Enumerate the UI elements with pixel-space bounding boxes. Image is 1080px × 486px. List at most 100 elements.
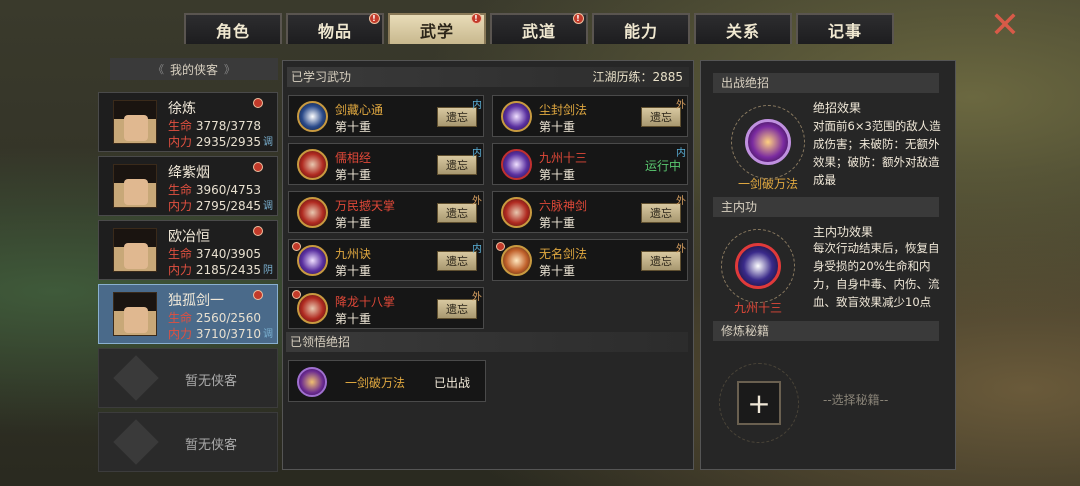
character-tag: 调 — [263, 329, 273, 340]
character-card-2[interactable]: 绛紫烟 生命 3960/4753 内力 2795/2845 调 — [98, 156, 278, 216]
skill-card[interactable]: 儒相经 第十重 遗忘 内 — [288, 143, 484, 185]
mp-value: 3710/3710 — [195, 327, 261, 341]
tab-journal[interactable]: 记事 — [796, 13, 894, 44]
ultimate-card[interactable]: 一剑破万法 已出战 — [288, 360, 486, 402]
ultimates-title: 已领悟绝招 — [290, 335, 351, 349]
character-name: 独孤剑一 — [168, 293, 224, 309]
skill-type-badge: 外 — [676, 100, 686, 111]
placeholder-silhouette-icon — [113, 419, 159, 465]
avatar — [113, 292, 157, 336]
skill-icon — [297, 293, 328, 324]
close-icon[interactable]: ✕ — [987, 8, 1023, 44]
forget-button[interactable]: 遗忘 — [641, 203, 681, 223]
skill-type-badge: 外 — [472, 196, 482, 207]
learned-title: 已学习武功 — [291, 70, 352, 84]
empty-slot[interactable]: 暂无侠客 — [98, 412, 278, 472]
main-neigong-header: 主内功 — [713, 197, 939, 217]
skill-level: 第十重 — [335, 312, 372, 326]
mp-value: 2935/2935 — [195, 135, 261, 149]
character-name: 欧冶恒 — [168, 229, 210, 245]
skill-level: 第十重 — [335, 120, 372, 134]
main-neigong-badge[interactable] — [721, 229, 795, 303]
character-card-1[interactable]: 徐炼 生命 3778/3778 内力 2935/2935 调 — [98, 92, 278, 152]
forget-button[interactable]: 遗忘 — [641, 107, 681, 127]
tab-character[interactable]: 角色 — [184, 13, 282, 44]
battle-ult-effect-title: 绝招效果 — [813, 101, 862, 115]
skill-icon — [297, 101, 328, 132]
character-card-3[interactable]: 欧冶恒 生命 3740/3905 内力 2185/2435 阴 — [98, 220, 278, 280]
mp-value: 2795/2845 — [195, 199, 261, 213]
detail-panel: 出战绝招 一剑破万法 绝招效果 对面前6×3范围的敌人造成伤害；未破防：无额外效… — [700, 60, 956, 470]
empty-slot[interactable]: 暂无侠客 — [98, 348, 278, 408]
ultimates-section-header: 已领悟绝招 — [286, 332, 688, 352]
alert-dot — [253, 226, 263, 236]
skill-card[interactable]: 降龙十八掌 第十重 遗忘 外 — [288, 287, 484, 329]
hp-label: 生命 — [168, 247, 193, 261]
character-card-4[interactable]: 独孤剑一 生命 2560/2560 内力 3710/3710 调 — [98, 284, 278, 344]
skill-name: 尘封剑法 — [539, 103, 588, 117]
skill-name: 儒相经 — [335, 151, 372, 165]
tab-martial-way[interactable]: 武道! — [490, 13, 588, 44]
battle-ult-name: 一剑破万法 — [737, 177, 798, 191]
skill-name: 降龙十八掌 — [335, 295, 396, 309]
select-manual-hint[interactable]: --选择秘籍-- — [823, 391, 888, 408]
skill-type-badge: 内 — [676, 148, 686, 159]
skill-icon — [501, 197, 532, 228]
empty-slot-label: 暂无侠客 — [185, 374, 238, 389]
character-name: 徐炼 — [168, 101, 196, 117]
skill-level: 第十重 — [539, 168, 576, 182]
skill-card[interactable]: 无名剑法 第十重 遗忘 外 — [492, 239, 688, 281]
character-tag: 阴 — [263, 265, 273, 276]
skill-card[interactable]: 九州十三 第十重 运行中 内 — [492, 143, 688, 185]
skill-level: 第十重 — [335, 216, 372, 230]
running-status: 运行中 — [644, 159, 681, 173]
skill-card[interactable]: 万民撼天掌 第十重 遗忘 外 — [288, 191, 484, 233]
character-name: 绛紫烟 — [168, 165, 210, 181]
skill-card[interactable]: 尘封剑法 第十重 遗忘 外 — [492, 95, 688, 137]
forget-button[interactable]: 遗忘 — [437, 107, 477, 127]
chevron-left-icon[interactable]: 《 — [153, 61, 164, 77]
forget-button[interactable]: 遗忘 — [437, 203, 477, 223]
hp-label: 生命 — [168, 311, 193, 325]
hp-value: 3778/3778 — [195, 119, 261, 133]
skill-card[interactable]: 九州诀 第十重 遗忘 内 — [288, 239, 484, 281]
skill-name: 剑藏心通 — [335, 103, 384, 117]
chevron-right-icon[interactable]: 》 — [224, 61, 235, 77]
alert-dot: ! — [369, 13, 380, 24]
battle-ult-badge[interactable] — [731, 105, 805, 179]
battle-ult-header: 出战绝招 — [713, 73, 939, 93]
skill-icon — [297, 149, 328, 180]
forget-button[interactable]: 遗忘 — [437, 155, 477, 175]
ultimate-name: 一剑破万法 — [345, 376, 406, 390]
tab-martial-arts[interactable]: 武学! — [388, 13, 486, 44]
add-manual-button[interactable]: + — [737, 381, 781, 425]
mp-label: 内力 — [168, 199, 193, 213]
cultivation-header: 修炼秘籍 — [713, 321, 939, 341]
skill-name: 无名剑法 — [539, 247, 588, 261]
skill-level: 第十重 — [335, 264, 372, 278]
character-tag: 调 — [263, 201, 273, 212]
main-neigong-effect-text: 每次行动结束后，恢复自身受损的20%生命和内力，自身中毒、内伤、流血、致盲效果减… — [813, 241, 940, 309]
skill-icon — [297, 245, 328, 276]
forget-button[interactable]: 遗忘 — [437, 299, 477, 319]
mp-label: 内力 — [168, 327, 193, 341]
forget-button[interactable]: 遗忘 — [641, 251, 681, 271]
skill-level: 第十重 — [539, 120, 576, 134]
battle-ult-effect-text: 对面前6×3范围的敌人造成伤害；未破防：无额外效果；破防：额外对敌造成最 — [813, 119, 941, 187]
tab-ability[interactable]: 能力 — [592, 13, 690, 44]
hp-value: 3740/3905 — [195, 247, 261, 261]
skill-level: 第十重 — [539, 264, 576, 278]
skill-type-badge: 外 — [676, 244, 686, 255]
roster-title: 我的侠客 — [169, 62, 218, 77]
skill-icon — [501, 101, 532, 132]
tab-items[interactable]: 物品! — [286, 13, 384, 44]
forget-button[interactable]: 遗忘 — [437, 251, 477, 271]
skill-name: 九州诀 — [335, 247, 372, 261]
tab-relations[interactable]: 关系 — [694, 13, 792, 44]
skill-card[interactable]: 六脉神剑 第十重 遗忘 外 — [492, 191, 688, 233]
alert-dot — [253, 162, 263, 172]
skill-card[interactable]: 剑藏心通 第十重 遗忘 内 — [288, 95, 484, 137]
main-neigong-effect-title: 主内功效果 — [813, 225, 874, 239]
skill-name: 九州十三 — [539, 151, 588, 165]
avatar — [113, 100, 157, 144]
